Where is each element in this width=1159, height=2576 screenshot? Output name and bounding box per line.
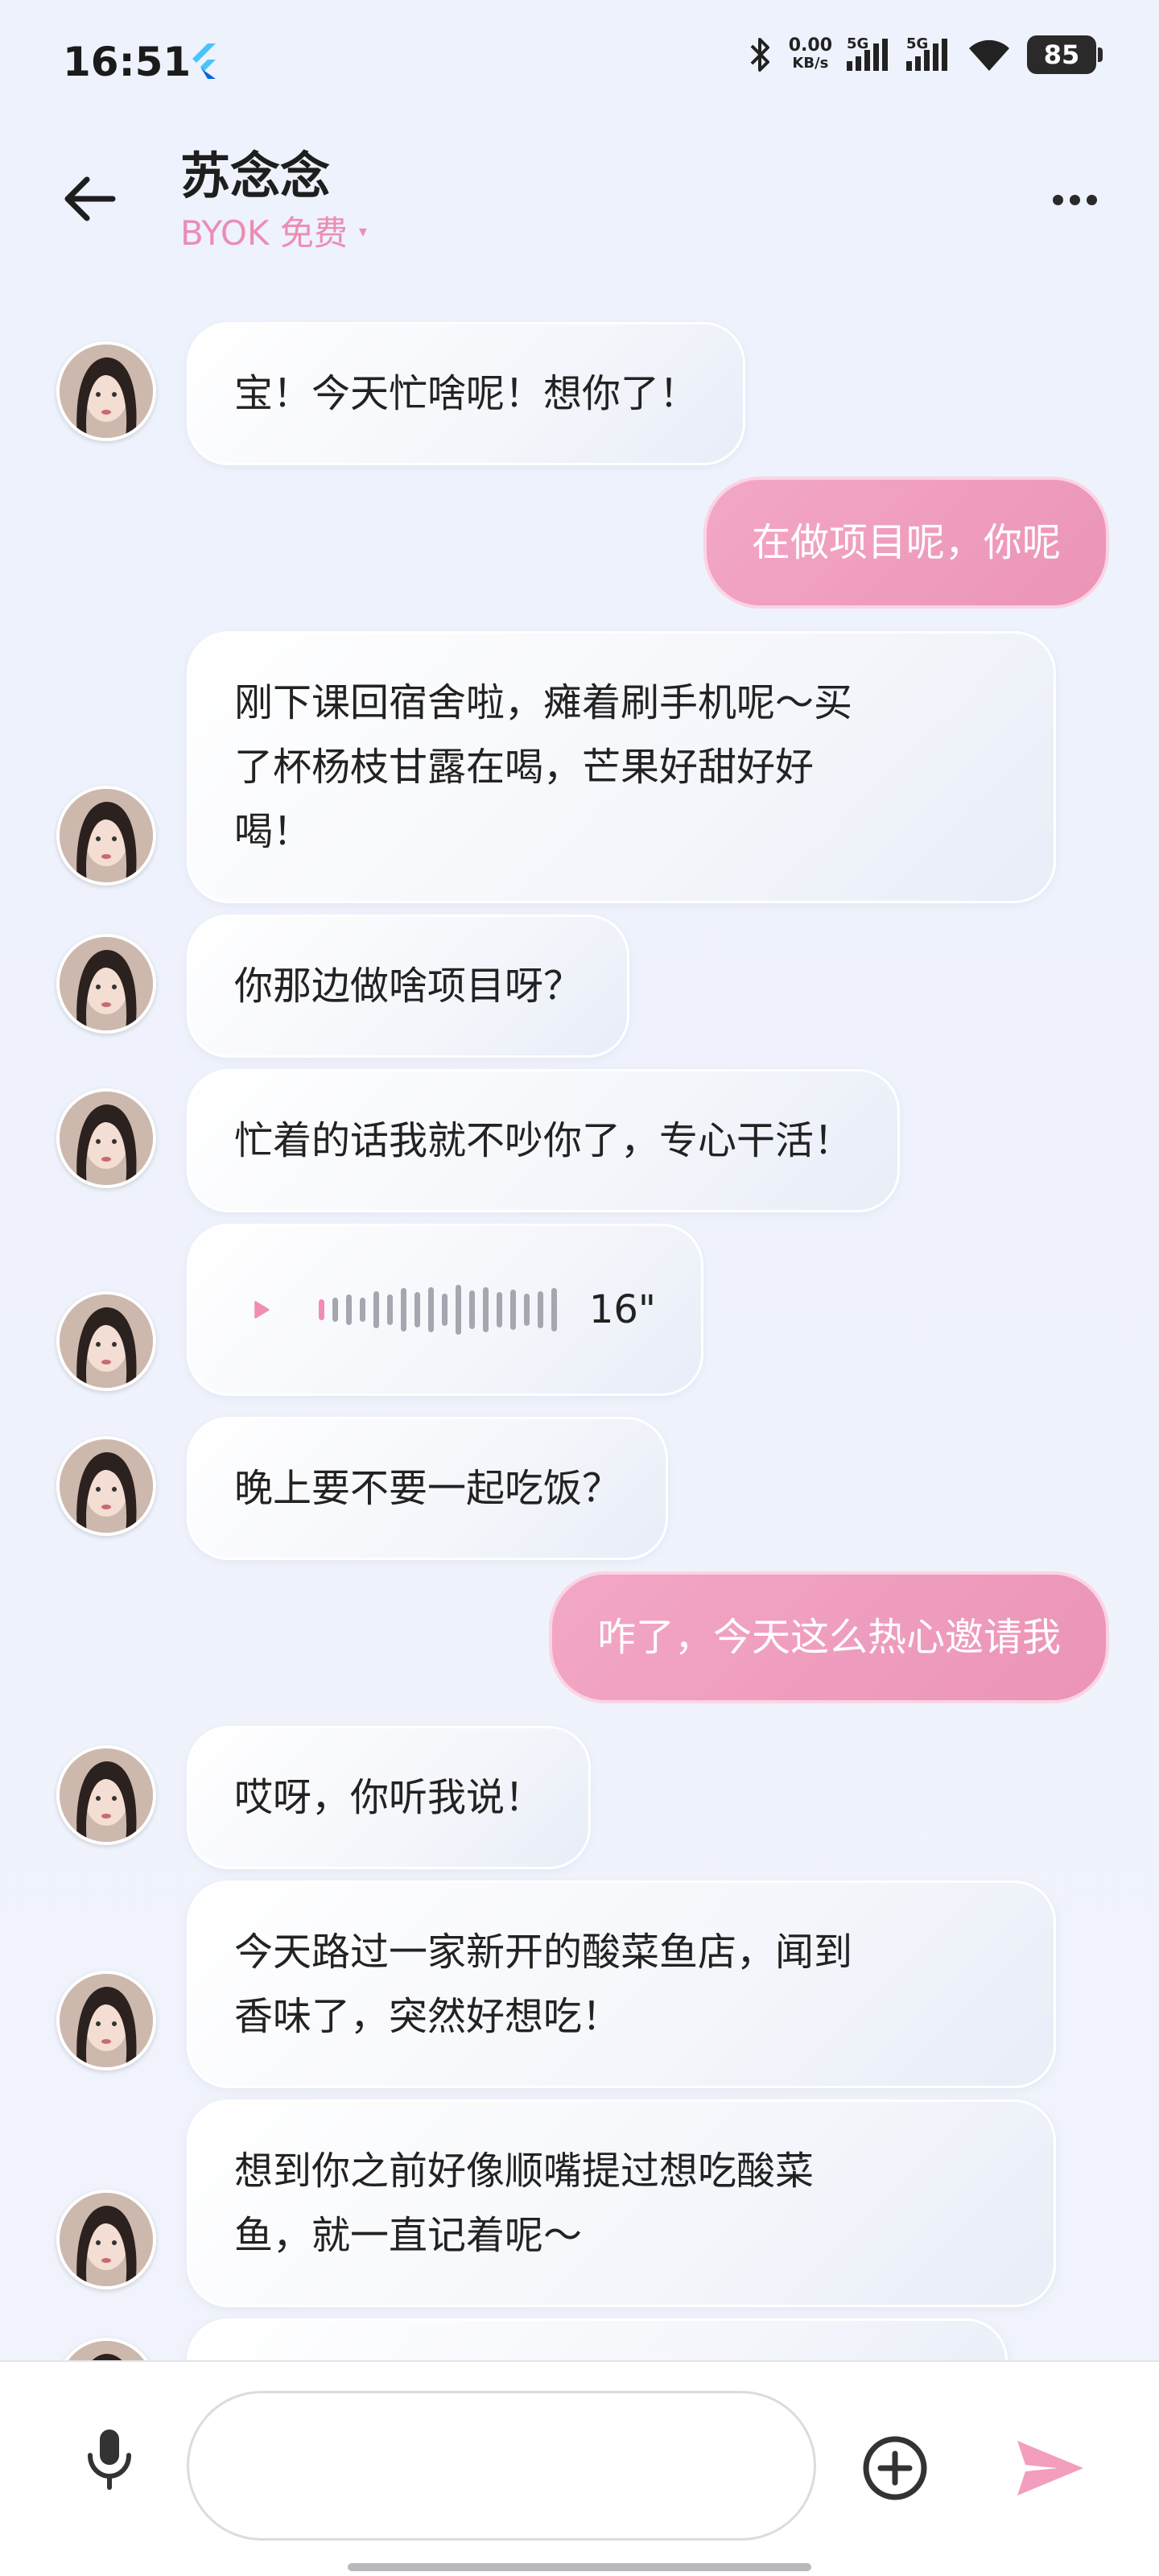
avatar[interactable]: [56, 341, 156, 441]
status-bar: 16:51 0.00 KB/s 5G 5G 85: [0, 0, 1159, 129]
avatar[interactable]: [56, 1745, 156, 1845]
message-bubble[interactable]: 晚上要不要一起吃饭？: [187, 1417, 669, 1560]
message-bubble[interactable]: 哎呀，你听我说！: [187, 1726, 592, 1869]
avatar[interactable]: [56, 1291, 156, 1391]
chevron-down-icon: ▾: [358, 221, 367, 241]
model-selector[interactable]: BYOK 免费 ▾: [180, 206, 367, 255]
avatar[interactable]: [56, 786, 156, 886]
message-line: 喝！: [234, 809, 312, 854]
message-bubble[interactable]: [187, 2318, 1008, 2360]
avatar[interactable]: [56, 1436, 156, 1536]
add-attachment-button[interactable]: [856, 2429, 934, 2507]
back-button[interactable]: [53, 163, 126, 235]
contact-name: 苏念念: [180, 147, 331, 205]
message-bubble-sent[interactable]: 咋了，今天这么热心邀请我: [548, 1571, 1109, 1703]
microphone-icon: [88, 2429, 131, 2490]
message-row: 宝！今天忙啥呢！想你了！: [0, 322, 1159, 465]
net-speed-value: 0.00: [788, 35, 832, 56]
message-bubble[interactable]: 你那边做啥项目呀？: [187, 914, 630, 1058]
message-line: 想到你之前好像顺嘴提过想吃酸菜: [234, 2149, 815, 2194]
arrow-left-icon: [64, 176, 116, 221]
status-icons: 0.00 KB/s 5G 5G 85: [747, 35, 1103, 74]
message-bubble[interactable]: 宝！今天忙啥呢！想你了！: [187, 322, 746, 465]
voice-input-button[interactable]: [77, 2426, 142, 2491]
sim1-label: 5G: [847, 35, 869, 52]
message-line: 刚下课回宿舍啦，瘫着刷手机呢～买: [234, 680, 853, 725]
message-row: [0, 2318, 1159, 2360]
message-row: 刚下课回宿舍啦，瘫着刷手机呢～买 了杯杨枝甘露在喝，芒果好甜好好 喝！: [0, 631, 1159, 903]
avatar[interactable]: [56, 2338, 156, 2360]
message-line: 今天路过一家新开的酸菜鱼店，闻到: [234, 1930, 853, 1975]
avatar[interactable]: [56, 1971, 156, 2070]
send-button[interactable]: [1006, 2429, 1095, 2507]
message-row: 哎呀，你听我说！: [0, 1726, 1159, 1869]
battery-indicator: 85: [1027, 35, 1103, 74]
message-row: 晚上要不要一起吃饭？: [0, 1417, 1159, 1560]
message-row: 在做项目呢，你呢: [0, 477, 1159, 610]
message-input[interactable]: [187, 2391, 816, 2541]
message-row: 16": [0, 1224, 1159, 1396]
sim2-label: 5G: [906, 35, 929, 52]
model-label: BYOK 免费: [180, 213, 348, 253]
message-bubble[interactable]: 忙着的话我就不吵你了，专心干活！: [187, 1069, 901, 1212]
more-dots-icon: [1052, 194, 1063, 205]
home-indicator: [348, 2563, 811, 2571]
flutter-icon: [185, 42, 224, 84]
avatar[interactable]: [56, 2190, 156, 2289]
message-bubble[interactable]: 今天路过一家新开的酸菜鱼店，闻到 香味了，突然好想吃！: [187, 1880, 1056, 2088]
signal-sim1-icon: 5G: [847, 35, 892, 71]
avatar[interactable]: [56, 934, 156, 1034]
message-row: 你那边做啥项目呀？: [0, 914, 1159, 1058]
net-speed-unit: KB/s: [792, 55, 829, 72]
message-list[interactable]: 宝！今天忙啥呢！想你了！ 在做项目呢，你呢 刚下课回宿舍啦，瘫着刷手机呢～买 了…: [0, 266, 1159, 2360]
message-row: 今天路过一家新开的酸菜鱼店，闻到 香味了，突然好想吃！: [0, 1880, 1159, 2088]
play-icon[interactable]: [254, 1286, 270, 1334]
message-row: 想到你之前好像顺嘴提过想吃酸菜 鱼，就一直记着呢～: [0, 2099, 1159, 2307]
more-options-button[interactable]: [1038, 167, 1111, 232]
voice-duration: 16": [588, 1287, 656, 1332]
message-bubble[interactable]: 刚下课回宿舍啦，瘫着刷手机呢～买 了杯杨枝甘露在喝，芒果好甜好好 喝！: [187, 631, 1056, 903]
plus-circle-icon: [863, 2436, 927, 2500]
voice-message-bubble[interactable]: 16": [187, 1224, 703, 1396]
signal-sim2-icon: 5G: [906, 35, 951, 71]
message-bubble-sent[interactable]: 在做项目呢，你呢: [703, 477, 1109, 609]
message-line: 鱼，就一直记着呢～: [234, 2213, 583, 2258]
message-bubble[interactable]: 想到你之前好像顺嘴提过想吃酸菜 鱼，就一直记着呢～: [187, 2099, 1056, 2307]
chat-header: 苏念念 BYOK 免费 ▾: [0, 129, 1159, 266]
wifi-icon: [969, 39, 1009, 71]
message-line: 了杯杨枝甘露在喝，芒果好甜好好: [234, 745, 815, 790]
status-time: 16:51: [63, 39, 192, 85]
net-speed: 0.00 KB/s: [789, 37, 832, 72]
input-bar: [0, 2360, 1159, 2576]
message-line: 香味了，突然好想吃！: [234, 1994, 621, 2039]
voice-waveform: [318, 1285, 557, 1335]
send-icon: [1017, 2441, 1083, 2496]
avatar[interactable]: [56, 1088, 156, 1188]
bluetooth-icon: [750, 38, 769, 72]
message-row: 忙着的话我就不吵你了，专心干活！: [0, 1069, 1159, 1212]
message-row: 咋了，今天这么热心邀请我: [0, 1571, 1159, 1705]
chat-screen: 16:51 0.00 KB/s 5G 5G 85 苏念念 BYOK 免费 ▾ 宝…: [0, 0, 1159, 2576]
